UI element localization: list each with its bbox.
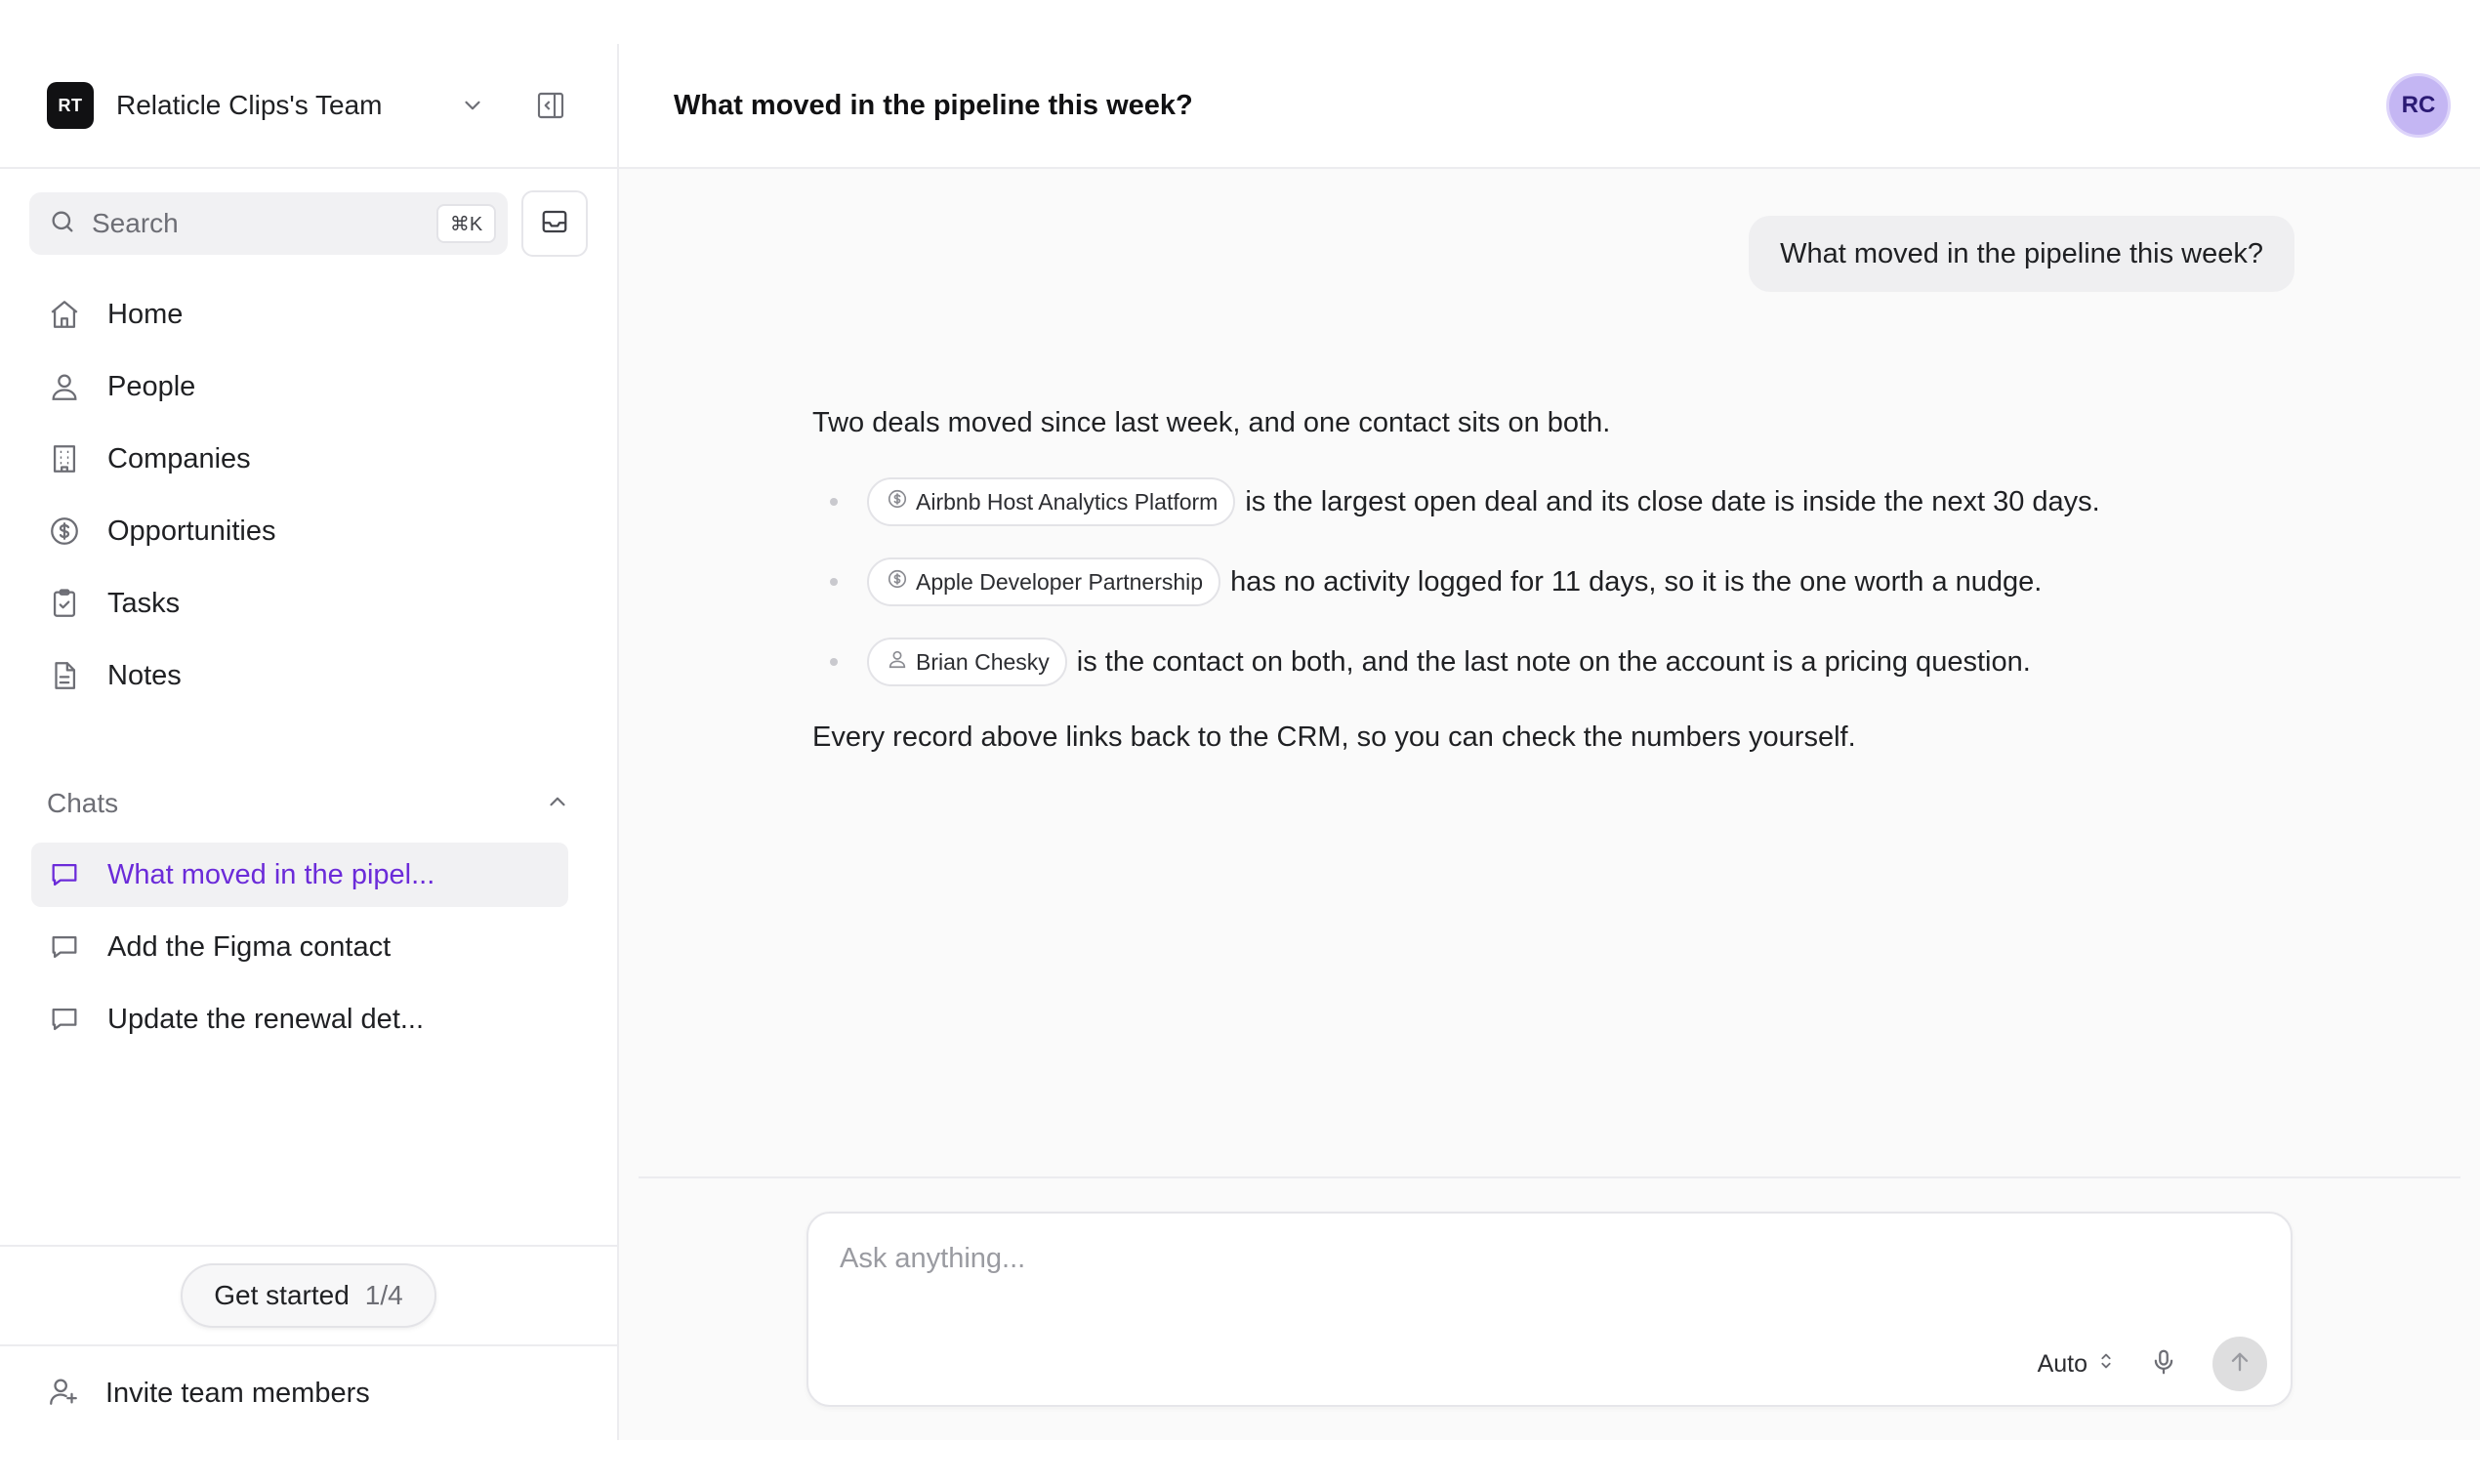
search-icon [49,208,76,240]
get-started-button[interactable]: Get started 1/4 [181,1263,436,1328]
invite-team-members-button[interactable]: Invite team members [0,1344,617,1440]
chip-label: Brian Chesky [916,649,1050,675]
clipboard-check-icon [47,586,82,621]
composer-input[interactable]: Ask anything... [840,1243,1025,1275]
chats-section-header[interactable]: Chats [0,780,617,827]
invite-label: Invite team members [105,1377,370,1409]
assistant-outro: Every record above links back to the CRM… [812,721,1856,753]
chat-item-label: What moved in the pipel... [107,858,435,890]
assistant-bullet-list: Airbnb Host Analytics Platform is the la… [812,462,2277,702]
sidebar-item-tasks[interactable]: Tasks [31,567,586,639]
chat-item[interactable]: Add the Figma contact [31,915,568,979]
sidebar-item-opportunities[interactable]: Opportunities [31,495,586,567]
building-icon [47,441,82,476]
app-window: RT Relaticle Clips's Team Search ⌘K Home… [0,44,2480,1440]
team-switcher[interactable]: RT Relaticle Clips's Team [0,44,617,169]
assistant-intro: Two deals moved since last week, and one… [812,407,1611,438]
record-chip-person[interactable]: Brian Chesky [867,638,1067,686]
sidebar-item-notes[interactable]: Notes [31,639,586,712]
microphone-button[interactable] [2142,1342,2185,1385]
chip-label: Airbnb Host Analytics Platform [916,489,1219,515]
chat-item[interactable]: Update the renewal det... [31,987,568,1051]
sidebar-item-label: Companies [107,442,251,474]
dollar-circle-icon [887,562,908,601]
record-chip-opportunity[interactable]: Apple Developer Partnership [867,557,1221,606]
bullet-dot [830,658,838,666]
composer-divider [639,1176,2460,1178]
bullet-dot [830,578,838,586]
chevron-up-icon[interactable] [545,789,570,819]
sidebar: RT Relaticle Clips's Team Search ⌘K Home… [0,44,619,1440]
dollar-circle-icon [47,514,82,549]
list-item: Airbnb Host Analytics Platform is the la… [812,462,2277,542]
team-name[interactable]: Relaticle Clips's Team [116,90,453,121]
chat-item-label: Add the Figma contact [107,930,392,963]
record-chip-opportunity[interactable]: Airbnb Host Analytics Platform [867,477,1236,526]
sidebar-item-label: People [107,370,196,402]
sidebar-collapse-icon[interactable] [531,86,570,125]
chat-list: What moved in the pipel... Add the Figma… [0,843,617,1051]
sidebar-item-label: Home [107,298,184,330]
message-composer[interactable]: Ask anything... Auto [806,1212,2293,1407]
sidebar-item-companies[interactable]: Companies [31,423,586,495]
team-logo: RT [47,82,94,129]
chat-bubble-icon [47,857,82,892]
list-item: Brian Chesky is the contact on both, and… [812,622,2277,702]
chat-header: What moved in the pipeline this week? RC [619,44,2480,169]
bullet-text: is the contact on both, and the last not… [1076,646,2031,678]
chip-label: Apple Developer Partnership [916,569,1204,595]
sidebar-item-home[interactable]: Home [31,278,586,350]
page-title: What moved in the pipeline this week? [674,89,1193,121]
assistant-message: Two deals moved since last week, and one… [812,403,2277,757]
dollar-circle-icon [887,482,908,521]
bullet-text: is the largest open deal and its close d… [1245,486,2100,517]
sidebar-item-label: Tasks [107,587,181,619]
document-icon [47,658,82,693]
arrow-up-icon [2226,1348,2253,1381]
sidebar-item-label: Notes [107,659,182,691]
mode-select-value: Auto [2037,1349,2087,1378]
sidebar-item-people[interactable]: People [31,350,586,423]
send-button[interactable] [2212,1337,2267,1391]
search-input[interactable]: Search ⌘K [29,192,509,255]
mode-select[interactable]: Auto [2038,1350,2115,1379]
search-label: Search [92,208,179,238]
bullet-dot [830,498,838,506]
chevron-up-down-icon [2097,1350,2115,1379]
chat-panel: What moved in the pipeline this week? RC… [619,44,2480,1440]
list-item: Apple Developer Partnership has no activ… [812,542,2277,622]
user-message: What moved in the pipeline this week? [1749,216,2294,292]
user-icon [887,642,908,681]
main-nav: Home People Companies Opportunities Task… [0,278,617,712]
get-started-progress: 1/4 [364,1280,403,1310]
chevron-down-icon[interactable] [453,86,492,125]
home-icon [47,297,82,332]
inbox-icon [540,207,569,241]
avatar[interactable]: RC [2386,73,2451,138]
microphone-icon [2149,1347,2178,1381]
chat-bubble-icon [47,1002,82,1037]
search-shortcut-badge: ⌘K [435,204,497,243]
get-started-area: Get started 1/4 [0,1245,617,1344]
user-plus-icon [47,1375,80,1413]
composer-controls: Auto [2038,1337,2267,1391]
chat-bubble-icon [47,929,82,965]
chat-item[interactable]: What moved in the pipel... [31,843,568,907]
chats-heading: Chats [47,788,119,818]
user-icon [47,369,82,404]
get-started-label: Get started [214,1280,350,1310]
inbox-button[interactable] [521,190,588,257]
sidebar-item-label: Opportunities [107,515,276,547]
chat-item-label: Update the renewal det... [107,1003,425,1035]
bullet-text: has no activity logged for 11 days, so i… [1230,566,2043,598]
